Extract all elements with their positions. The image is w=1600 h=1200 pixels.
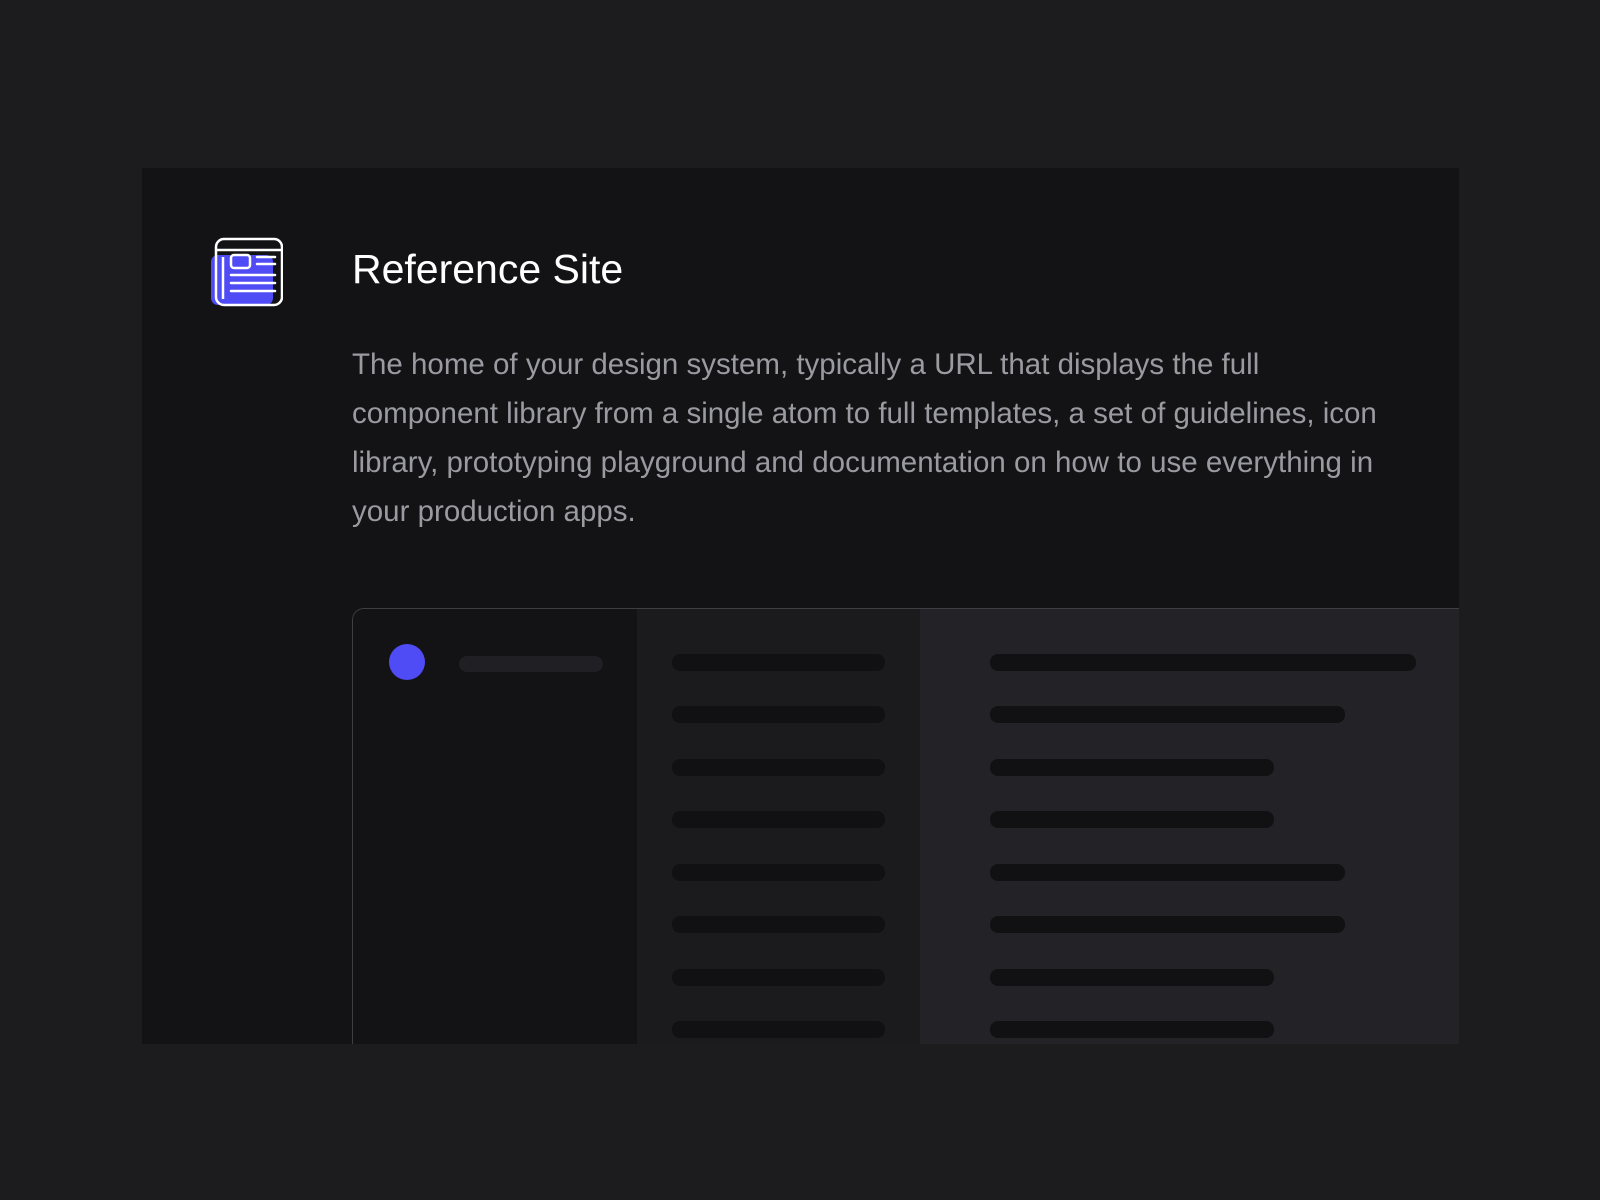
preview-nav-line	[672, 969, 885, 986]
preview-content-line	[990, 654, 1416, 671]
preview-content-line	[990, 759, 1274, 776]
preview-nav-line	[672, 916, 885, 933]
preview-nav-column	[637, 609, 920, 1044]
preview-content-line	[990, 916, 1345, 933]
preview-content-line	[990, 1021, 1274, 1038]
preview-nav-line	[672, 1021, 885, 1038]
site-preview-illustration	[352, 608, 1459, 1044]
feature-card: Reference Site The home of your design s…	[142, 168, 1459, 1044]
preview-brand-placeholder	[459, 656, 603, 672]
preview-nav-line	[672, 864, 885, 881]
card-title: Reference Site	[352, 246, 624, 292]
preview-sidebar	[353, 609, 637, 1044]
preview-avatar	[389, 644, 425, 680]
preview-nav-line	[672, 811, 885, 828]
preview-nav-line	[672, 759, 885, 776]
preview-content-line	[990, 706, 1345, 723]
preview-nav-line	[672, 654, 885, 671]
preview-content-line	[990, 864, 1345, 881]
preview-content-line	[990, 969, 1274, 986]
browser-window-icon	[211, 237, 283, 309]
preview-nav-line	[672, 706, 885, 723]
preview-content-line	[990, 811, 1274, 828]
card-description: The home of your design system, typicall…	[352, 348, 1377, 528]
preview-content-area	[920, 609, 1459, 1044]
